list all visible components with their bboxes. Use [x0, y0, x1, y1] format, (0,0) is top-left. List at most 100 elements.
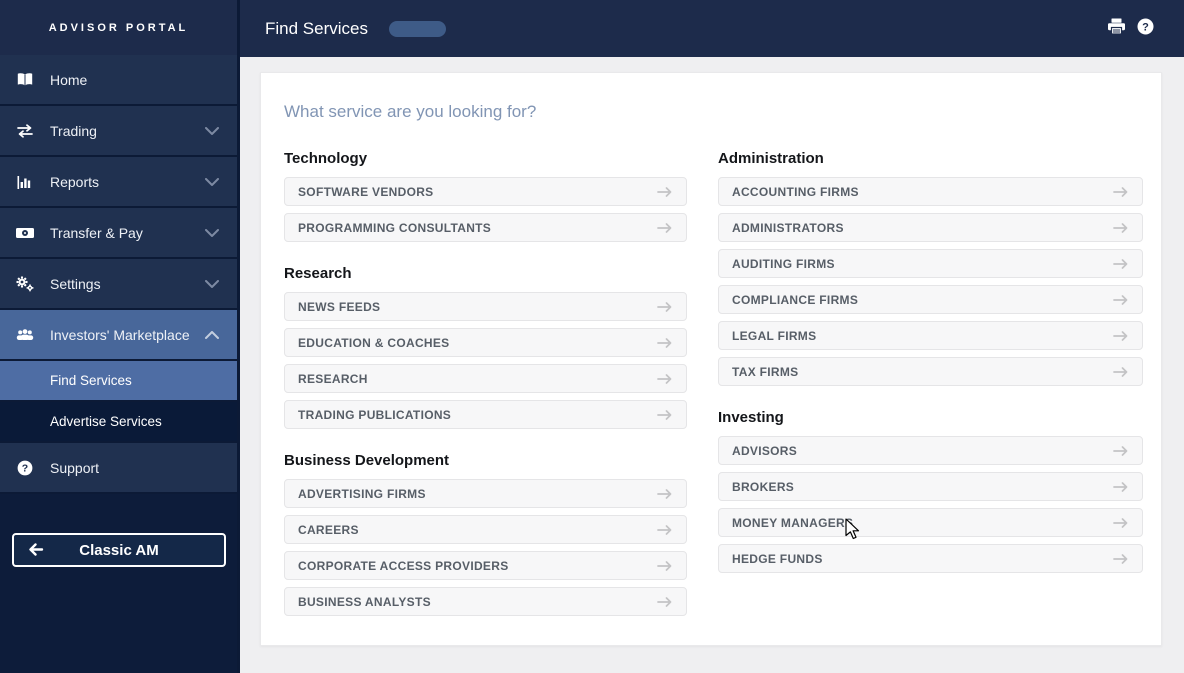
sidebar-item-support[interactable]: ? Support — [0, 443, 237, 494]
arrow-right-icon — [657, 560, 672, 571]
banknote-icon — [0, 226, 50, 240]
service-button[interactable]: BROKERS — [718, 472, 1143, 501]
service-button[interactable]: EDUCATION & COACHES — [284, 328, 687, 357]
svg-text:?: ? — [1142, 21, 1149, 33]
sidebar-item-label: Transfer & Pay — [50, 224, 143, 241]
sidebar-subitem-advertise-services[interactable]: Advertise Services — [0, 402, 237, 443]
service-button[interactable]: MONEY MANAGERS — [718, 508, 1143, 537]
service-button[interactable]: AUDITING FIRMS — [718, 249, 1143, 278]
arrow-right-icon — [1113, 186, 1128, 197]
help-icon[interactable]: ? — [1137, 18, 1154, 40]
sidebar-item-transfer-pay[interactable]: Transfer & Pay — [0, 208, 237, 259]
service-section: Investing ADVISORS BROKERS MONEY MANAGERS HE… — [718, 408, 1143, 573]
arrow-right-icon — [1113, 294, 1128, 305]
service-category-title: Investing — [718, 409, 784, 426]
service-button[interactable]: ADMINISTRATORS — [718, 213, 1143, 242]
service-button-label: ACCOUNTING FIRMS — [732, 184, 859, 199]
arrow-right-icon — [1113, 330, 1128, 341]
sidebar-item-label: Reports — [50, 173, 100, 190]
service-button[interactable]: LEGAL FIRMS — [718, 321, 1143, 350]
brand-title: ADVISOR PORTAL — [0, 0, 237, 55]
service-button-label: COMPLIANCE FIRMS — [732, 292, 859, 307]
people-icon — [0, 328, 50, 341]
sidebar-item-investors-marketplace[interactable]: Investors' Marketplace — [0, 310, 237, 361]
arrow-right-icon — [657, 337, 672, 348]
service-button-label: MONEY MANAGERS — [732, 515, 854, 530]
service-button-label: NEWS FEEDS — [298, 299, 381, 314]
chevron-down-icon — [205, 177, 219, 186]
services-column-left: Technology SOFTWARE VENDORS PROGRAMMING CO… — [284, 149, 687, 623]
question-icon: ? — [0, 460, 50, 476]
sidebar-item-label: Support — [50, 459, 100, 476]
sidebar-subitem-label: Advertise Services — [50, 414, 162, 429]
sidebar-item-label: Home — [50, 71, 88, 88]
service-button[interactable]: ACCOUNTING FIRMS — [718, 177, 1143, 206]
topbar: Find Services ? — [240, 0, 1184, 57]
sidebar-item-reports[interactable]: Reports — [0, 157, 237, 208]
service-button[interactable]: BUSINESS ANALYSTS — [284, 587, 687, 616]
service-button-label: AUDITING FIRMS — [732, 256, 835, 271]
arrow-right-icon — [657, 596, 672, 607]
sidebar-item-settings[interactable]: Settings — [0, 259, 237, 310]
arrow-right-icon — [1113, 481, 1128, 492]
content-area: What service are you looking for? Techno… — [240, 57, 1184, 673]
service-button[interactable]: RESEARCH — [284, 364, 687, 393]
service-button[interactable]: PROGRAMMING CONSULTANTS — [284, 213, 687, 242]
service-button-label: EDUCATION & COACHES — [298, 335, 450, 350]
arrow-right-icon — [1113, 258, 1128, 269]
sidebar-item-home[interactable]: Home — [0, 55, 237, 106]
svg-text:?: ? — [22, 462, 28, 474]
chevron-up-icon — [205, 330, 219, 339]
service-section: Business Development ADVERTISING FIRMS CAR… — [284, 451, 687, 616]
service-category-title: Administration — [718, 150, 824, 167]
printer-icon[interactable] — [1107, 18, 1126, 40]
service-button-label: PROGRAMMING CONSULTANTS — [298, 220, 492, 235]
service-button[interactable]: COMPLIANCE FIRMS — [718, 285, 1143, 314]
sidebar-item-label: Settings — [50, 275, 101, 292]
sidebar-subitem-find-services[interactable]: Find Services — [0, 361, 237, 402]
chevron-down-icon — [205, 228, 219, 237]
service-button-label: BUSINESS ANALYSTS — [298, 594, 431, 609]
service-button-label: CAREERS — [298, 522, 359, 537]
service-button[interactable]: HEDGE FUNDS — [718, 544, 1143, 573]
book-icon — [0, 72, 50, 87]
sidebar-item-label: Investors' Marketplace — [50, 326, 190, 343]
service-button[interactable]: ADVERTISING FIRMS — [284, 479, 687, 508]
arrow-right-icon — [657, 301, 672, 312]
arrow-right-icon — [1113, 553, 1128, 564]
sidebar: ADVISOR PORTAL Home Trading Reports Tran… — [0, 0, 240, 673]
arrow-right-icon — [657, 186, 672, 197]
service-button[interactable]: CAREERS — [284, 515, 687, 544]
services-column-right: Administration ACCOUNTING FIRMS ADMINISTRA… — [718, 149, 1143, 623]
sidebar-item-label: Trading — [50, 122, 97, 139]
arrow-right-icon — [1113, 517, 1128, 528]
arrow-right-icon — [1113, 366, 1128, 377]
service-button[interactable]: TRADING PUBLICATIONS — [284, 400, 687, 429]
service-button-label: CORPORATE ACCESS PROVIDERS — [298, 558, 509, 573]
classic-am-button[interactable]: Classic AM — [12, 533, 226, 567]
classic-am-label: Classic AM — [79, 541, 159, 559]
gears-icon — [0, 276, 50, 292]
title-badge — [388, 20, 446, 37]
sidebar-item-trading[interactable]: Trading — [0, 106, 237, 157]
service-button[interactable]: CORPORATE ACCESS PROVIDERS — [284, 551, 687, 580]
service-button-label: TRADING PUBLICATIONS — [298, 407, 452, 422]
service-button-label: TAX FIRMS — [732, 364, 799, 379]
service-button-label: BROKERS — [732, 479, 795, 494]
chevron-down-icon — [205, 126, 219, 135]
arrow-right-icon — [657, 373, 672, 384]
service-button-label: LEGAL FIRMS — [732, 328, 817, 343]
arrow-left-icon — [28, 543, 44, 560]
page-title: Find Services — [265, 18, 368, 38]
service-button[interactable]: SOFTWARE VENDORS — [284, 177, 687, 206]
services-heading: What service are you looking for? — [284, 102, 537, 121]
arrow-right-icon — [657, 409, 672, 420]
service-button[interactable]: NEWS FEEDS — [284, 292, 687, 321]
service-button[interactable]: ADVISORS — [718, 436, 1143, 465]
service-button-label: SOFTWARE VENDORS — [298, 184, 434, 199]
arrow-right-icon — [657, 524, 672, 535]
service-button-label: RESEARCH — [298, 371, 368, 386]
service-section: Administration ACCOUNTING FIRMS ADMINISTRA… — [718, 149, 1143, 386]
arrow-right-icon — [1113, 222, 1128, 233]
service-button[interactable]: TAX FIRMS — [718, 357, 1143, 386]
